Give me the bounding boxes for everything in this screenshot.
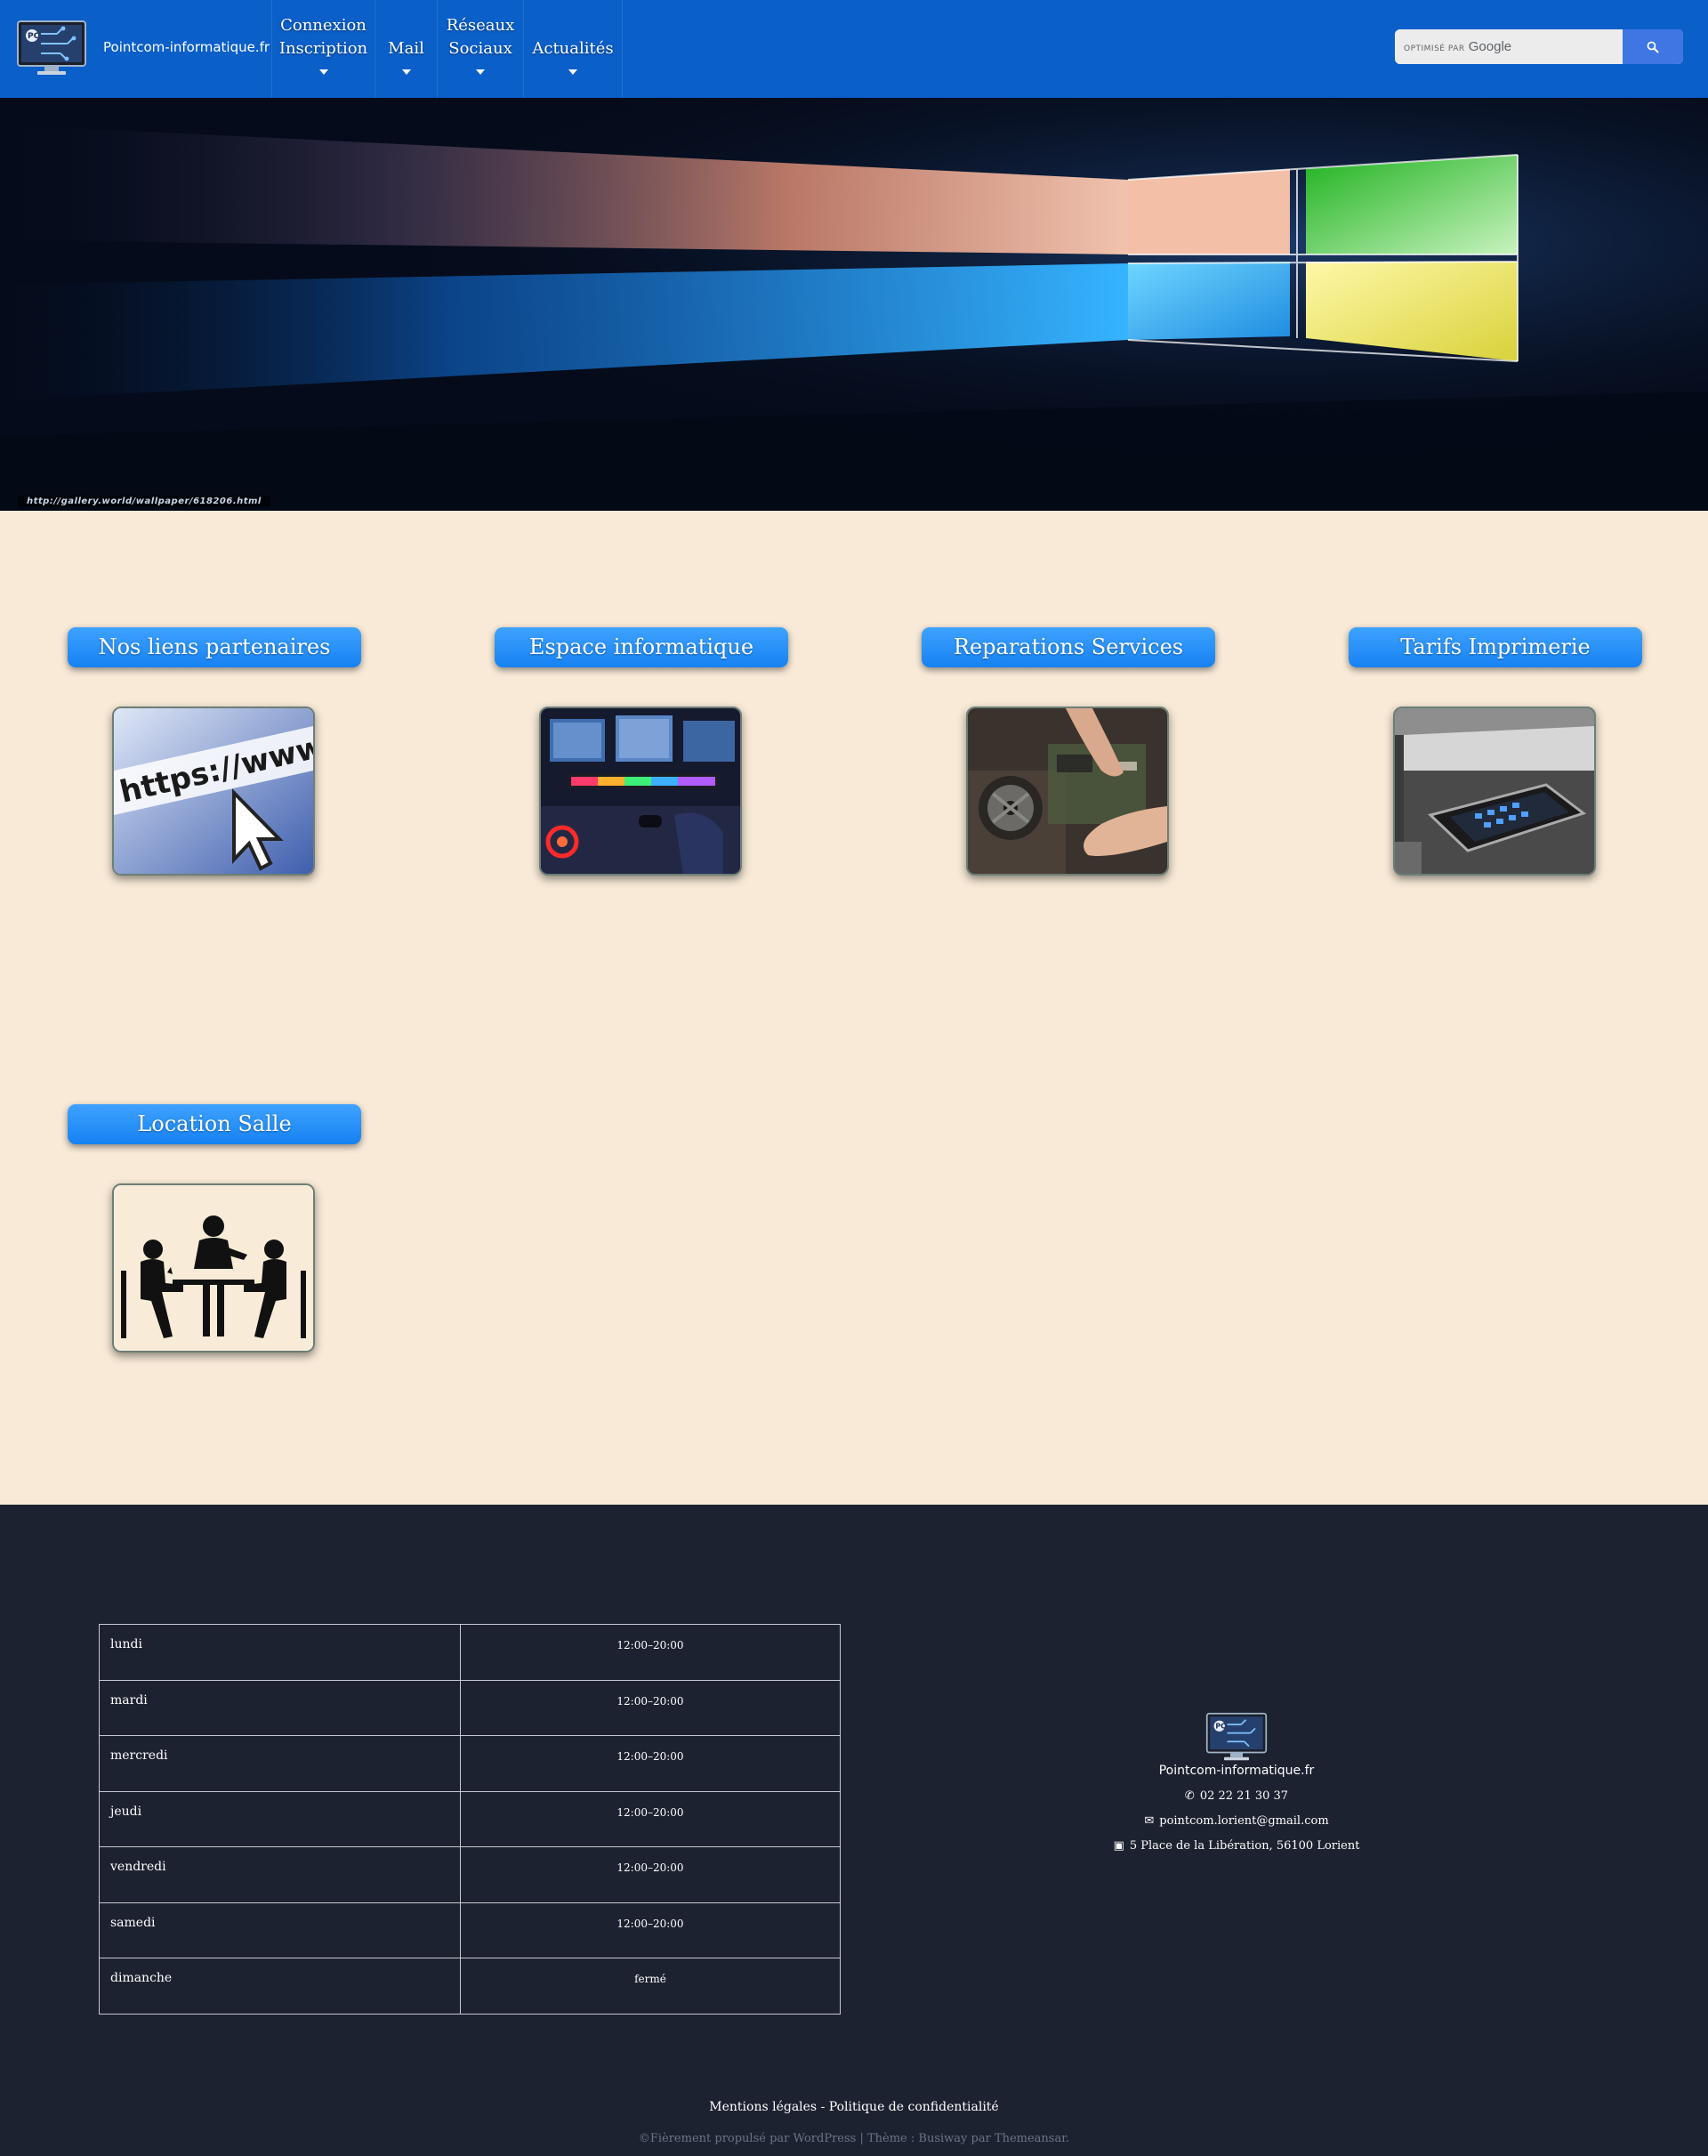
svg-text:PC: PC [28, 32, 40, 41]
table-row: samedi 12:00–20:00 [99, 1902, 841, 1958]
office-printer-image [1395, 708, 1594, 874]
https-cursor-image: https://www [114, 708, 313, 874]
nav-label-line1: Actualités [532, 39, 614, 58]
gaming-room-image [541, 708, 740, 874]
caret-down-icon [476, 69, 485, 75]
hours-time: 12:00–20:00 [460, 1846, 841, 1903]
windows-wallpaper-image [0, 98, 1708, 511]
hours-day: dimanche [99, 1958, 461, 2015]
contact-block: PC Pointcom-informatique.fr ✆ 02 22 21 30… [1059, 1712, 1414, 1853]
nav-label-line2: Sociaux [448, 39, 512, 58]
envelope-icon: ✉ [1144, 1814, 1155, 1828]
hours-time: 12:00–20:00 [460, 1624, 841, 1681]
address-card-icon: ▣ [1113, 1839, 1124, 1853]
hours-day: lundi [99, 1624, 461, 1681]
table-row: mardi 12:00–20:00 [99, 1679, 841, 1736]
phone-icon: ✆ [1184, 1789, 1195, 1803]
caret-down-icon [318, 69, 328, 75]
hours-day: mardi [99, 1679, 461, 1736]
hours-time: 12:00–20:00 [460, 1790, 841, 1847]
service-image-espace-informatique[interactable] [539, 707, 742, 876]
hours-time: fermé [460, 1958, 841, 2015]
table-row: mercredi 12:00–20:00 [99, 1735, 841, 1792]
site-name[interactable]: Pointcom-informatique.fr [103, 39, 270, 55]
hours-time: 12:00–20:00 [460, 1679, 841, 1736]
svg-text:PC: PC [1215, 1722, 1226, 1730]
service-button-reparations[interactable]: Reparations Services [922, 627, 1215, 667]
opening-hours-table: lundi 12:00–20:00 mardi 12:00–20:00 mercre… [99, 1624, 841, 2015]
hours-day: samedi [99, 1902, 461, 1958]
table-row: vendredi 12:00–20:00 [99, 1846, 841, 1903]
nav-actualites[interactable]: Actualités [523, 0, 623, 98]
nav-connexion-inscription[interactable]: Connexion Inscription [271, 0, 375, 98]
table-row: jeudi 12:00–20:00 [99, 1790, 841, 1847]
search-icon [1647, 41, 1659, 52]
contact-email[interactable]: pointcom.lorient@gmail.com [1159, 1814, 1328, 1828]
hours-time: 12:00–20:00 [460, 1902, 841, 1958]
hero-image-credit[interactable]: http://gallery.world/wallpaper/618206.ht… [18, 496, 270, 507]
search-button[interactable] [1623, 29, 1683, 64]
caret-down-icon [568, 69, 577, 75]
search-input[interactable]: OPTIMISÉ PAR Google [1395, 29, 1623, 64]
hours-day: vendredi [99, 1846, 461, 1903]
meeting-table-icon [114, 1185, 313, 1351]
contact-site-name: Pointcom-informatique.fr [1158, 1764, 1315, 1778]
service-image-reparations[interactable] [966, 707, 1169, 876]
footer-logo-icon: PC [1205, 1712, 1268, 1761]
hours-time: 12:00–20:00 [460, 1735, 841, 1792]
nav-reseaux-sociaux[interactable]: Réseaux Sociaux [437, 0, 523, 98]
nav-label-line1: Connexion [280, 16, 367, 35]
service-image-liens-partenaires[interactable]: https://www [112, 707, 315, 876]
hours-day: jeudi [99, 1790, 461, 1847]
contact-email-line: ✉ pointcom.lorient@gmail.com [1059, 1814, 1414, 1828]
search-optimise-label: OPTIMISÉ PAR [1404, 44, 1465, 53]
service-image-tarifs-imprimerie[interactable] [1393, 707, 1596, 876]
google-search-box: OPTIMISÉ PAR Google [1395, 29, 1683, 64]
service-button-liens-partenaires[interactable]: Nos liens partenaires [68, 627, 361, 667]
site-header: PC Pointcom-informatique.fr Connexion In… [0, 0, 1708, 98]
site-logo-icon[interactable]: PC [16, 20, 87, 77]
computer-repair-image [968, 708, 1167, 874]
nav-label-line1: Mail [388, 39, 424, 58]
caret-down-icon [401, 69, 411, 75]
service-button-espace-informatique[interactable]: Espace informatique [495, 627, 788, 667]
contact-address-line: ▣ 5 Place de la Libération, 56100 Lorient [1059, 1839, 1414, 1853]
service-button-tarifs-imprimerie[interactable]: Tarifs Imprimerie [1349, 627, 1642, 667]
contact-phone-line: ✆ 02 22 21 30 37 [1059, 1789, 1414, 1803]
legal-links[interactable]: Mentions légales - Politique de confiden… [0, 2100, 1708, 2114]
contact-phone[interactable]: 02 22 21 30 37 [1200, 1789, 1288, 1803]
service-image-location-salle[interactable] [112, 1183, 315, 1353]
nav-label-line1: Réseaux [446, 16, 515, 35]
hero-banner: http://gallery.world/wallpaper/618206.ht… [0, 98, 1708, 511]
google-label: Google [1468, 39, 1512, 54]
footer-credit: ©Fièrement propulsé par WordPress | Thèm… [638, 2132, 1070, 2145]
table-row: dimanche fermé [99, 1958, 841, 2015]
contact-address: 5 Place de la Libération, 56100 Lorient [1129, 1839, 1360, 1853]
table-row: lundi 12:00–20:00 [99, 1624, 841, 1681]
nav-mail[interactable]: Mail [375, 0, 437, 98]
nav-label-line2: Inscription [278, 39, 368, 58]
hours-day: mercredi [99, 1735, 461, 1792]
service-button-location-salle[interactable]: Location Salle [68, 1104, 361, 1144]
